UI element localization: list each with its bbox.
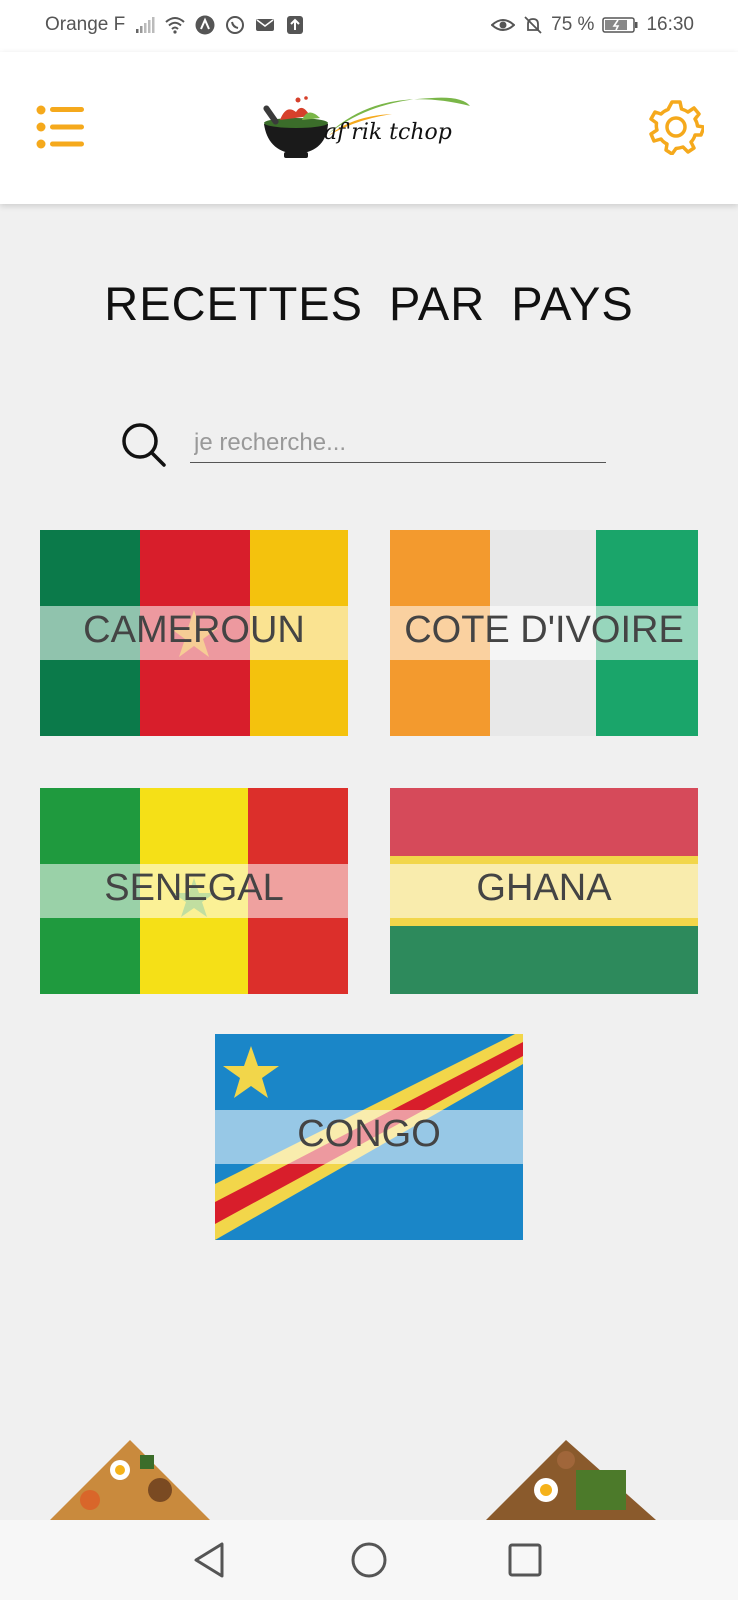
recents-icon[interactable] <box>503 1538 547 1582</box>
country-label: CONGO <box>297 1113 441 1155</box>
app-bar: af'rik tchop <box>0 52 738 204</box>
clock: 16:30 <box>646 14 694 35</box>
search-icon[interactable] <box>120 421 168 469</box>
status-bar: Orange F 75 % 16:30 <box>0 0 738 52</box>
country-label: COTE D'IVOIRE <box>404 609 684 651</box>
system-nav-bar <box>0 1520 738 1600</box>
eye-icon <box>491 19 516 31</box>
food-image-right <box>486 1440 656 1520</box>
menu-list-icon <box>36 105 84 149</box>
country-label: SENEGAL <box>104 867 284 909</box>
status-right: 75 % 16:30 <box>491 14 694 36</box>
battery-icon <box>602 17 638 33</box>
status-left: Orange F <box>45 14 305 36</box>
settings-button[interactable] <box>648 99 706 156</box>
app-a-icon <box>195 15 215 35</box>
menu-button[interactable] <box>36 105 86 149</box>
country-card-senegal[interactable]: SENEGAL <box>40 788 348 994</box>
signal-icon <box>136 17 155 33</box>
logo-text: af'rik tchop <box>324 120 452 145</box>
carrier-label: Orange F <box>45 14 126 35</box>
country-card-cameroun[interactable]: CAMEROUN <box>40 530 348 736</box>
country-label: GHANA <box>476 867 612 909</box>
mail-icon <box>256 19 275 31</box>
search-bar <box>118 418 606 469</box>
back-icon[interactable] <box>188 1538 232 1582</box>
gear-icon <box>649 100 706 156</box>
whatsapp-icon <box>226 16 245 34</box>
upload-icon <box>287 16 304 34</box>
app-logo: af'rik tchop <box>262 94 478 166</box>
country-label: CAMEROUN <box>83 609 305 651</box>
wifi-icon <box>165 17 185 34</box>
bell-off-icon <box>524 16 542 34</box>
page-title: RECETTES PAR PAYS <box>104 277 634 330</box>
search-input[interactable] <box>190 424 606 463</box>
battery-percent: 75 % <box>551 14 595 35</box>
food-image-left <box>50 1440 210 1520</box>
country-card-cote-divoire[interactable]: COTE D'IVOIRE <box>390 530 698 736</box>
country-card-ghana[interactable]: GHANA <box>390 788 698 994</box>
country-card-congo[interactable]: CONGO <box>215 1034 523 1240</box>
home-icon[interactable] <box>347 1538 391 1582</box>
